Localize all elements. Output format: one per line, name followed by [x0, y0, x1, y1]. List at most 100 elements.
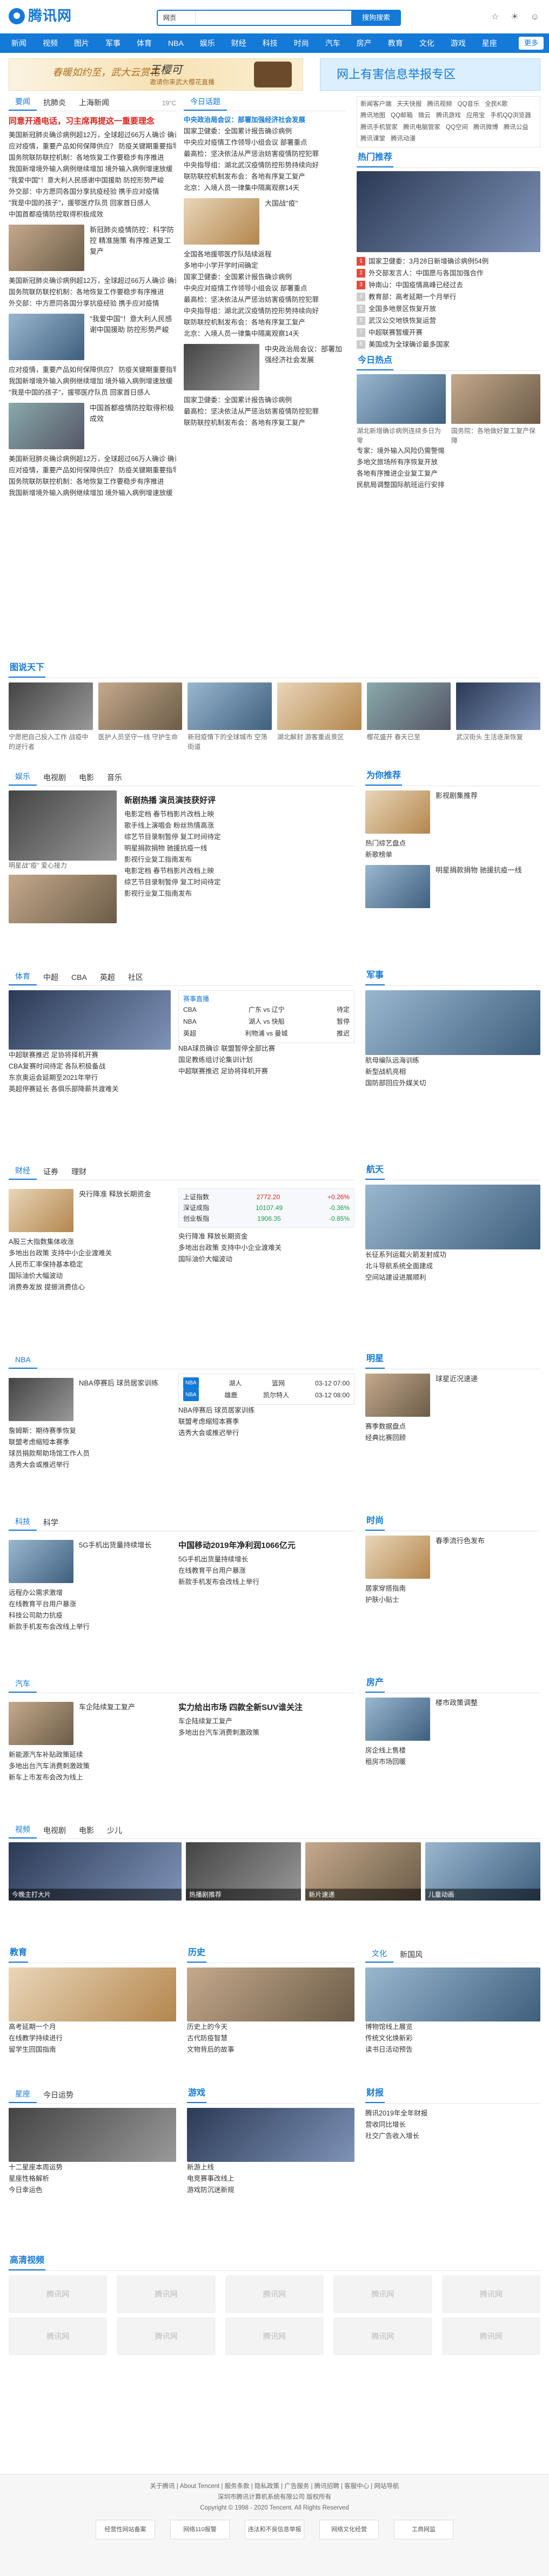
list-item[interactable]: 应对疫情，重要产品如何保障供应？ 防疫关键期重要指导 — [9, 141, 176, 152]
list-item[interactable]: 联盟考虑缩短本赛季 — [9, 1437, 171, 1448]
list-item[interactable]: 社交广告收入增长 — [365, 2131, 540, 2142]
list-item[interactable]: 中超联赛推迟 足协将择机开赛 — [9, 1050, 171, 1061]
list-item[interactable]: 电影定档 春节档影片改档上映 — [124, 809, 354, 820]
list-item[interactable]: 选秀大会或推迟举行 — [9, 1459, 171, 1471]
feature-card[interactable]: 春季流行色发布 — [365, 1536, 540, 1579]
list-item[interactable]: 房企线上售楼 — [365, 1745, 540, 1756]
list-item[interactable]: 十二星座本周运势 — [9, 2162, 176, 2173]
nav-item[interactable]: 财经 — [223, 33, 255, 53]
footer-links[interactable]: 关于腾讯 | About Tencent | 服务条款 | 隐私政策 | 广告服… — [0, 2481, 549, 2492]
hot-card[interactable]: 湖北新增确诊病例连续多日为零 — [357, 374, 446, 445]
placeholder-logo[interactable]: 腾讯网 — [9, 2275, 108, 2313]
hot-item[interactable]: 1 国家卫健委：3月28日新增确诊病例54例 — [357, 255, 540, 267]
list-item[interactable]: 东京奥运会延期至2021年举行 — [9, 1072, 171, 1084]
tab-guofeng[interactable]: 新国风 — [393, 1949, 429, 1963]
list-item[interactable]: 星座性格解析 — [9, 2173, 176, 2185]
nav-item[interactable]: 汽车 — [317, 33, 349, 53]
tech-headline[interactable]: 中国移动2019年净利润1066亿元 — [178, 1540, 354, 1552]
quote-row[interactable]: 上证指数 2772.20 +0.26% — [183, 1192, 350, 1202]
tab-epl[interactable]: 英超 — [93, 972, 122, 985]
list-item[interactable]: 歌手线上演唱会 粉丝热情高涨 — [124, 820, 354, 831]
list-item[interactable]: 消费券发放 提振消费信心 — [9, 1282, 171, 1293]
app-link[interactable]: 腾讯电脑管家 — [403, 123, 440, 132]
feature-card[interactable]: 明星捐款捐物 驰援抗疫一线 — [365, 865, 540, 908]
video-card[interactable]: 儿童动画 — [425, 1842, 540, 1901]
photo-card[interactable]: 新冠疫情下的全球城市 空荡街道 — [188, 682, 272, 752]
search-button[interactable]: 搜狗搜索 — [351, 10, 401, 26]
star-icon[interactable]: ☆ — [491, 11, 499, 24]
nav-item[interactable]: 星座 — [474, 33, 505, 53]
list-item[interactable]: 护肤小贴士 — [365, 1594, 540, 1606]
list-item[interactable]: 美国新冠肺炎确诊病例超12万，全球超过66万人确诊 确诊病例仍在快速上升 — [9, 275, 176, 287]
list-item[interactable]: 应对疫情，重要产品如何保障供应？ 防疫关键期重要指导 — [9, 364, 176, 376]
list-item[interactable]: 中国首都疫情防控取得积极成效 — [9, 209, 176, 220]
feature-card[interactable]: "我爱中国"！意大利人民感谢中国援助 防控形势严峻 — [9, 313, 176, 360]
feature-card[interactable]: 中国首都疫情防控取得积极成效 — [9, 402, 176, 449]
list-item[interactable]: "我是中国的孩子"，援鄂医疗队员 回家首日感人 — [9, 198, 176, 209]
military-image[interactable] — [365, 990, 540, 1055]
tab-ent[interactable]: 娱乐 — [9, 771, 37, 786]
footer-badge[interactable]: 违法和不良信息举报 — [245, 2520, 304, 2539]
photo-card[interactable]: 湖北解封 游客重返景区 — [277, 682, 361, 752]
tab-stock[interactable]: 证券 — [37, 1166, 65, 1180]
list-item[interactable]: NBA停赛后 球员居家训练 — [178, 1405, 354, 1416]
nav-item[interactable]: 娱乐 — [192, 33, 223, 53]
list-item[interactable]: 各地有序推进企业复工复产 — [357, 468, 540, 479]
tab-kids[interactable]: 少儿 — [101, 1825, 129, 1838]
app-link[interactable]: 应用宝 — [466, 111, 485, 120]
list-item[interactable]: 明星捐款捐物 驰援抗疫一线 — [124, 843, 354, 854]
list-item[interactable]: 应对疫情，重要产品如何保障供应？ 防疫关键期重要指导 — [9, 465, 176, 476]
list-item[interactable]: 新游上线 — [187, 2162, 354, 2173]
app-link[interactable]: QQ邮箱 — [391, 111, 413, 120]
app-link[interactable]: QQ音乐 — [458, 100, 480, 109]
app-link[interactable]: 腾讯游戏 — [436, 111, 461, 120]
list-item[interactable]: 民航局调整国际航班运行安排 — [357, 479, 540, 491]
feature-card[interactable]: 影视剧集推荐 — [365, 790, 540, 834]
app-link[interactable]: 手机QQ浏览器 — [490, 111, 531, 120]
search-input[interactable] — [196, 11, 371, 25]
nav-item[interactable]: 时尚 — [286, 33, 317, 53]
hot-item[interactable]: 5 全国多地景区恢复开放 — [357, 303, 540, 315]
list-item[interactable]: 电影定档 春节档影片改档上映 — [124, 866, 354, 877]
tab-fortune[interactable]: 今日运势 — [37, 2090, 80, 2103]
tab-tech[interactable]: 科技 — [9, 1516, 37, 1531]
history-image[interactable] — [187, 1968, 354, 2021]
list-item[interactable]: 美国新冠肺炎确诊病例超12万，全球超过66万人确诊 确诊病例仍在快速上升 — [9, 130, 176, 141]
nav-item[interactable]: 图片 — [66, 33, 97, 53]
nav-item[interactable]: 房产 — [349, 33, 380, 53]
app-link[interactable]: 腾讯手机管家 — [360, 123, 398, 132]
score-row[interactable]: NBA 雄鹿 凯尔特人 03-12 08:00 — [183, 1389, 350, 1401]
list-item[interactable]: 专家：境外输入风险仍需警惕 — [357, 445, 540, 457]
hot-item[interactable]: 3 钟南山：中国疫情高峰已经过去 — [357, 279, 540, 291]
list-item[interactable]: 国足教练组讨论集训计划 — [178, 1054, 354, 1066]
quote-row[interactable]: 深证成指 10107.49 -0.36% — [183, 1202, 350, 1213]
tab-sports[interactable]: 体育 — [9, 971, 37, 985]
tab-news[interactable]: 要闻 — [9, 96, 37, 111]
tab-science[interactable]: 科学 — [37, 1517, 65, 1531]
hot-item[interactable]: 2 外交部发言人：中国愿与各国加强合作 — [357, 267, 540, 279]
app-link[interactable]: 腾讯公益 — [504, 123, 528, 132]
list-item[interactable]: 游戏防沉迷新规 — [187, 2185, 354, 2196]
list-item[interactable]: 中央指导组：湖北武汉疫情防控形势持续向好 — [184, 306, 346, 317]
score-row[interactable]: NBA 湖人 篮网 03-12 07:00 — [183, 1377, 350, 1389]
feature-card[interactable]: 楼市政策调整 — [365, 1698, 540, 1741]
list-item[interactable]: 长征系列运载火箭发射成功 — [365, 1249, 540, 1261]
list-item[interactable]: 居家穿搭指南 — [365, 1583, 540, 1594]
video-card[interactable]: 新片速递 — [305, 1842, 421, 1901]
video-card[interactable]: 今晚主打大片 — [9, 1842, 182, 1901]
list-item[interactable]: 航母编队远海训练 — [365, 1055, 540, 1066]
feature-card[interactable]: 新冠肺炎疫情防控：科学防控 精准施策 有序推进复工复产 — [9, 224, 176, 271]
list-item[interactable]: 综艺节目录制暂停 复工时间待定 — [124, 877, 354, 888]
weather-icon[interactable]: ☀ — [511, 11, 518, 24]
list-item[interactable]: 国防部回应外媒关切 — [365, 1078, 540, 1089]
placeholder-logo[interactable]: 腾讯网 — [9, 2317, 108, 2355]
tab-nba[interactable]: NBA — [9, 1354, 37, 1369]
app-link[interactable]: QQ空间 — [446, 123, 468, 132]
app-link[interactable]: 全民K歌 — [485, 100, 507, 109]
list-item[interactable]: 读书日活动预告 — [365, 2044, 540, 2056]
list-item[interactable]: 外交部：中方愿同各国分享抗疫经验 携手应对疫情 — [9, 298, 176, 309]
list-item[interactable]: A股三大指数集体收涨 — [9, 1236, 171, 1248]
report-banner[interactable]: 网上有害信息举报专区 — [320, 58, 540, 91]
app-link[interactable]: 微云 — [418, 111, 431, 120]
list-item[interactable]: 国务院联防联控机制：各地恢复工作要稳步有序推进 — [9, 287, 176, 298]
